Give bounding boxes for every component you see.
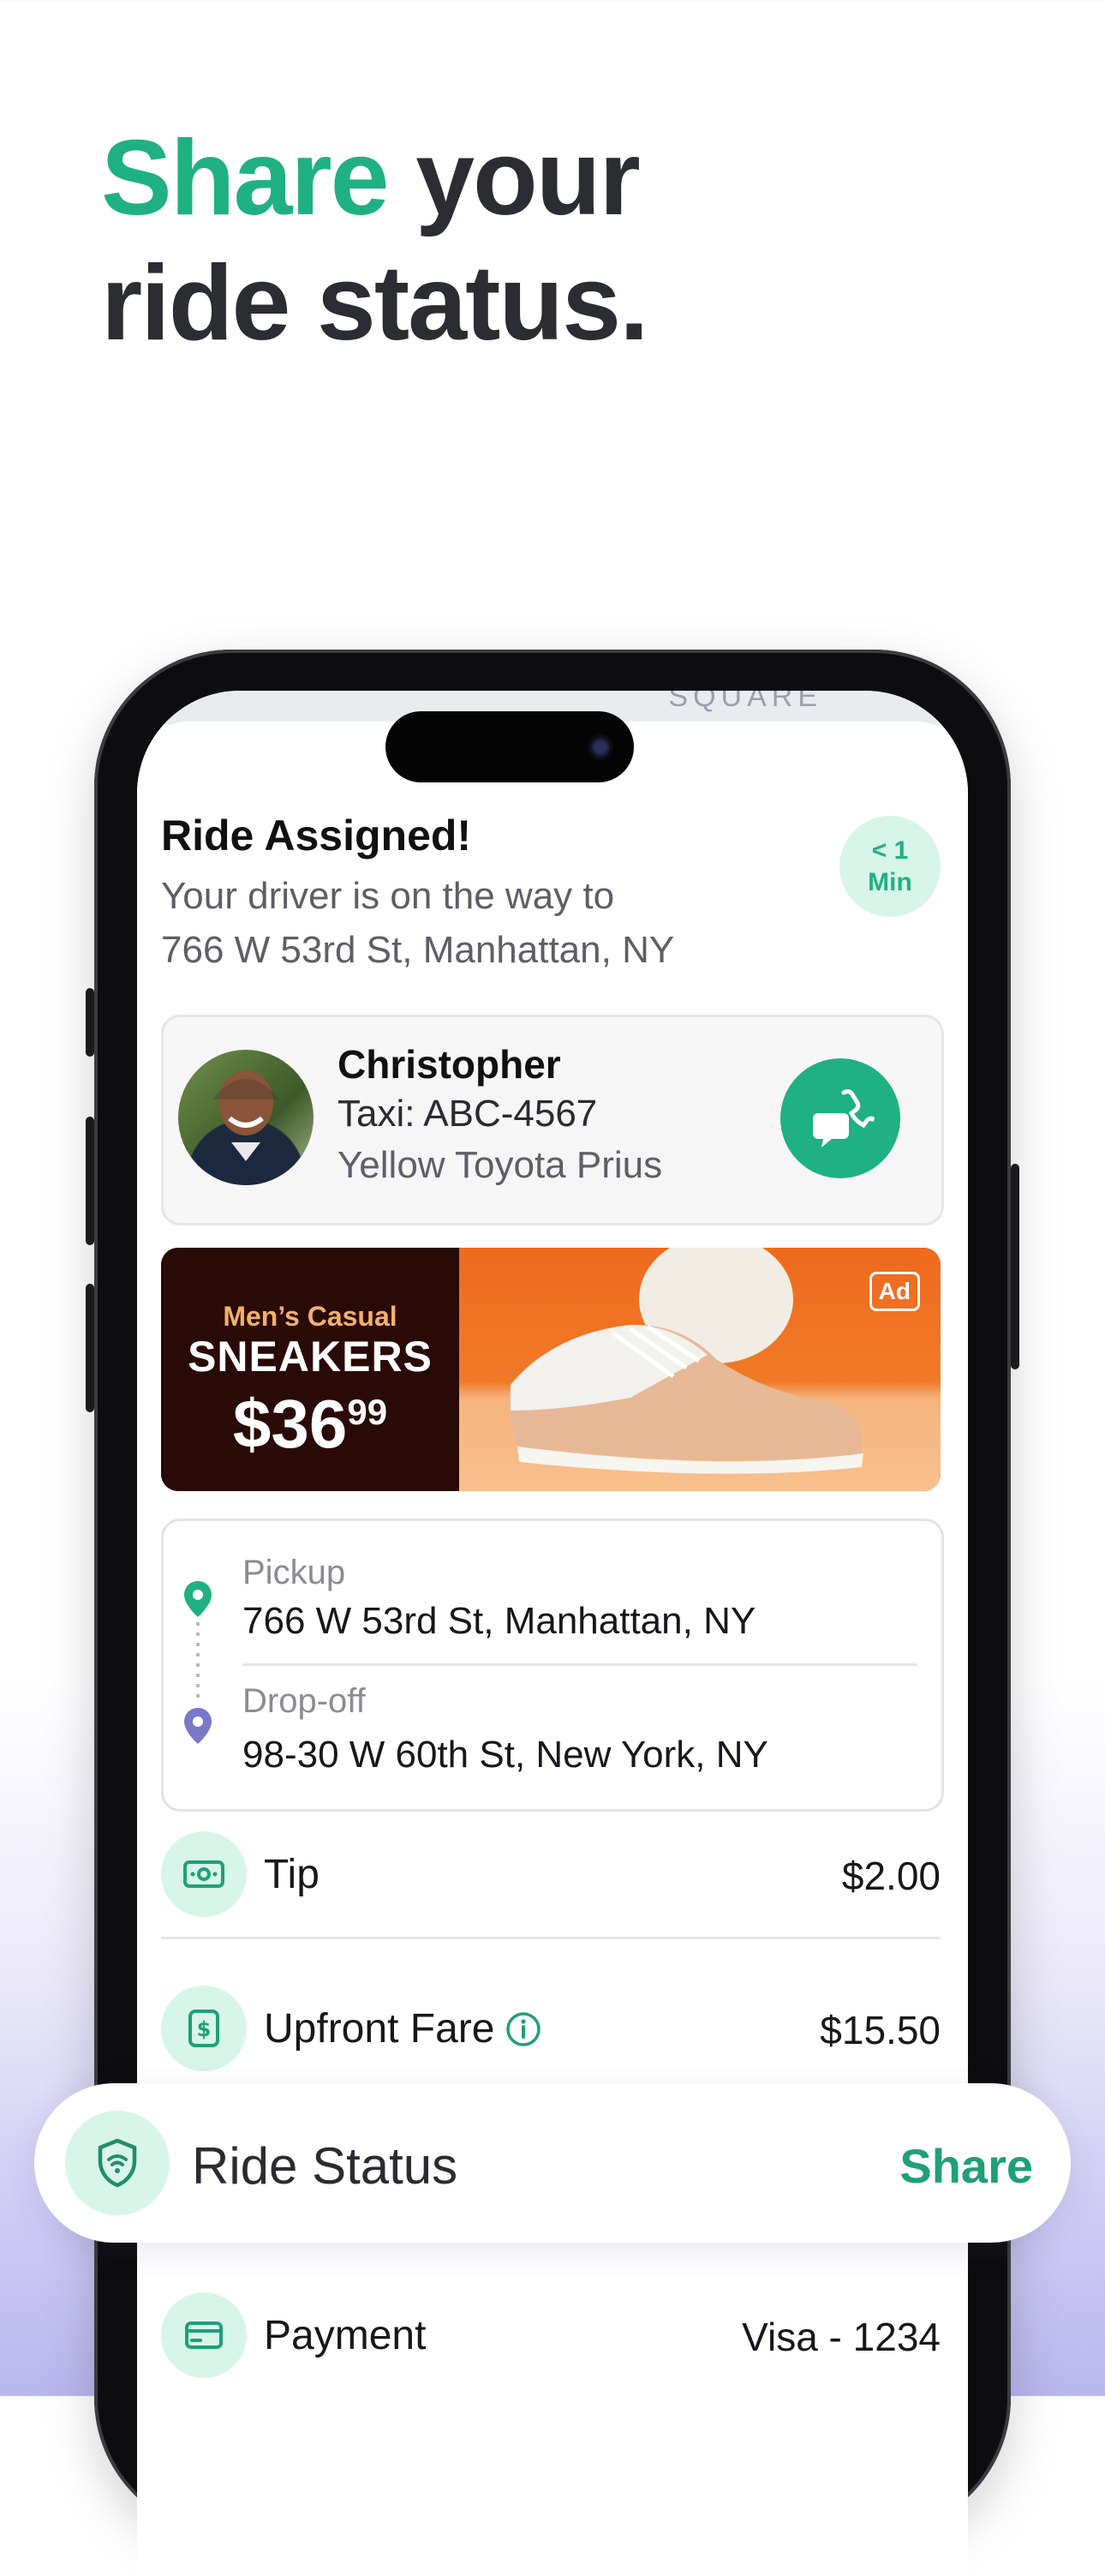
driver-car: Yellow Toyota Prius (337, 1144, 663, 1186)
fare-row: $ Upfront Fare $15.50 (161, 1981, 941, 2076)
fare-label: Upfront Fare (264, 2005, 542, 2052)
dollar-icon: $ (161, 1986, 247, 2071)
route-line (184, 1581, 212, 1744)
driver-taxi: Taxi: ABC-4567 (337, 1093, 598, 1135)
route-divider (242, 1663, 917, 1666)
shield-wifi-icon (65, 2111, 170, 2215)
cash-icon (161, 1831, 247, 1917)
ride-subtitle-line1: Your driver is on the way to (161, 875, 615, 917)
phone-side-button (86, 1284, 94, 1412)
ride-subtitle-line2: 766 W 53rd St, Manhattan, NY (161, 929, 675, 971)
tip-value: $2.00 (841, 1854, 941, 1898)
phone-side-button (86, 1117, 94, 1245)
eta-badge: < 1 Min (839, 816, 941, 917)
headline-accent: Share (101, 119, 390, 237)
ride-title: Ride Assigned! (161, 812, 472, 860)
dropoff-label: Drop-off (242, 1682, 366, 1720)
phone-side-button (86, 988, 94, 1057)
camera-icon (588, 734, 613, 760)
ad-price: $3699 (161, 1385, 459, 1464)
headline-line2: ride status. (101, 244, 649, 362)
ride-status-label: Ride Status (192, 2137, 458, 2195)
headline-rest: your (387, 119, 641, 237)
driver-name: Christopher (337, 1042, 561, 1087)
fare-value: $15.50 (820, 2008, 941, 2052)
card-icon (161, 2292, 247, 2378)
eta-unit: Min (868, 868, 912, 896)
phone-screen: SQUARE Ride Assigned! Your driver is on … (137, 691, 968, 2576)
ad-title: SNEAKERS (188, 1333, 433, 1381)
ad-price-main: $36 (232, 1386, 348, 1462)
driver-card[interactable]: Christopher Taxi: ABC-4567 Yellow Toyota… (161, 1015, 944, 1225)
ride-sheet: Ride Assigned! Your driver is on the way… (137, 722, 968, 2576)
ad-text-panel: Men’s Casual SNEAKERS $3699 (161, 1248, 459, 1491)
svg-text:$: $ (197, 2017, 212, 2041)
ad-image: Ad (459, 1248, 941, 1491)
chat-phone-icon (813, 1089, 875, 1147)
route-card: Pickup 766 W 53rd St, Manhattan, NY Drop… (161, 1519, 944, 1812)
tip-label: Tip (264, 1852, 320, 1897)
avatar (178, 1050, 314, 1185)
map-label: SQUARE (668, 691, 822, 713)
payment-row[interactable]: Payment Visa - 1234 (161, 2288, 941, 2382)
ad-price-cents: 99 (347, 1392, 388, 1432)
phone-side-button (1011, 1164, 1019, 1369)
fare-label-text: Upfront Fare (264, 2006, 495, 2052)
eta-value: < 1 (871, 836, 909, 865)
phone-frame: SQUARE Ride Assigned! Your driver is on … (86, 650, 1019, 2576)
ad-kicker: Men’s Casual (223, 1301, 397, 1332)
row-divider (161, 1937, 941, 1939)
dropoff-address: 98-30 W 60th St, New York, NY (242, 1734, 768, 1776)
ride-status-bar[interactable]: Ride Status Share (34, 2083, 1071, 2243)
payment-label: Payment (264, 2313, 427, 2358)
pickup-label: Pickup (242, 1554, 346, 1591)
ad-badge: Ad (869, 1272, 920, 1311)
dynamic-island (385, 711, 634, 782)
tip-row[interactable]: Tip $2.00 (161, 1827, 941, 1921)
info-icon[interactable] (505, 2010, 542, 2048)
contact-driver-button[interactable] (780, 1058, 900, 1178)
share-button[interactable]: Share (899, 2138, 1033, 2194)
pickup-address: 766 W 53rd St, Manhattan, NY (242, 1600, 756, 1642)
sponsored-ad[interactable]: Men’s Casual SNEAKERS $3699 Ad (161, 1248, 941, 1491)
marketing-headline: Share your ride status. (101, 116, 649, 366)
ride-subtitle: Your driver is on the way to 766 W 53rd … (161, 869, 778, 977)
sneaker-image (510, 1248, 863, 1474)
payment-value: Visa - 1234 (742, 2315, 941, 2359)
